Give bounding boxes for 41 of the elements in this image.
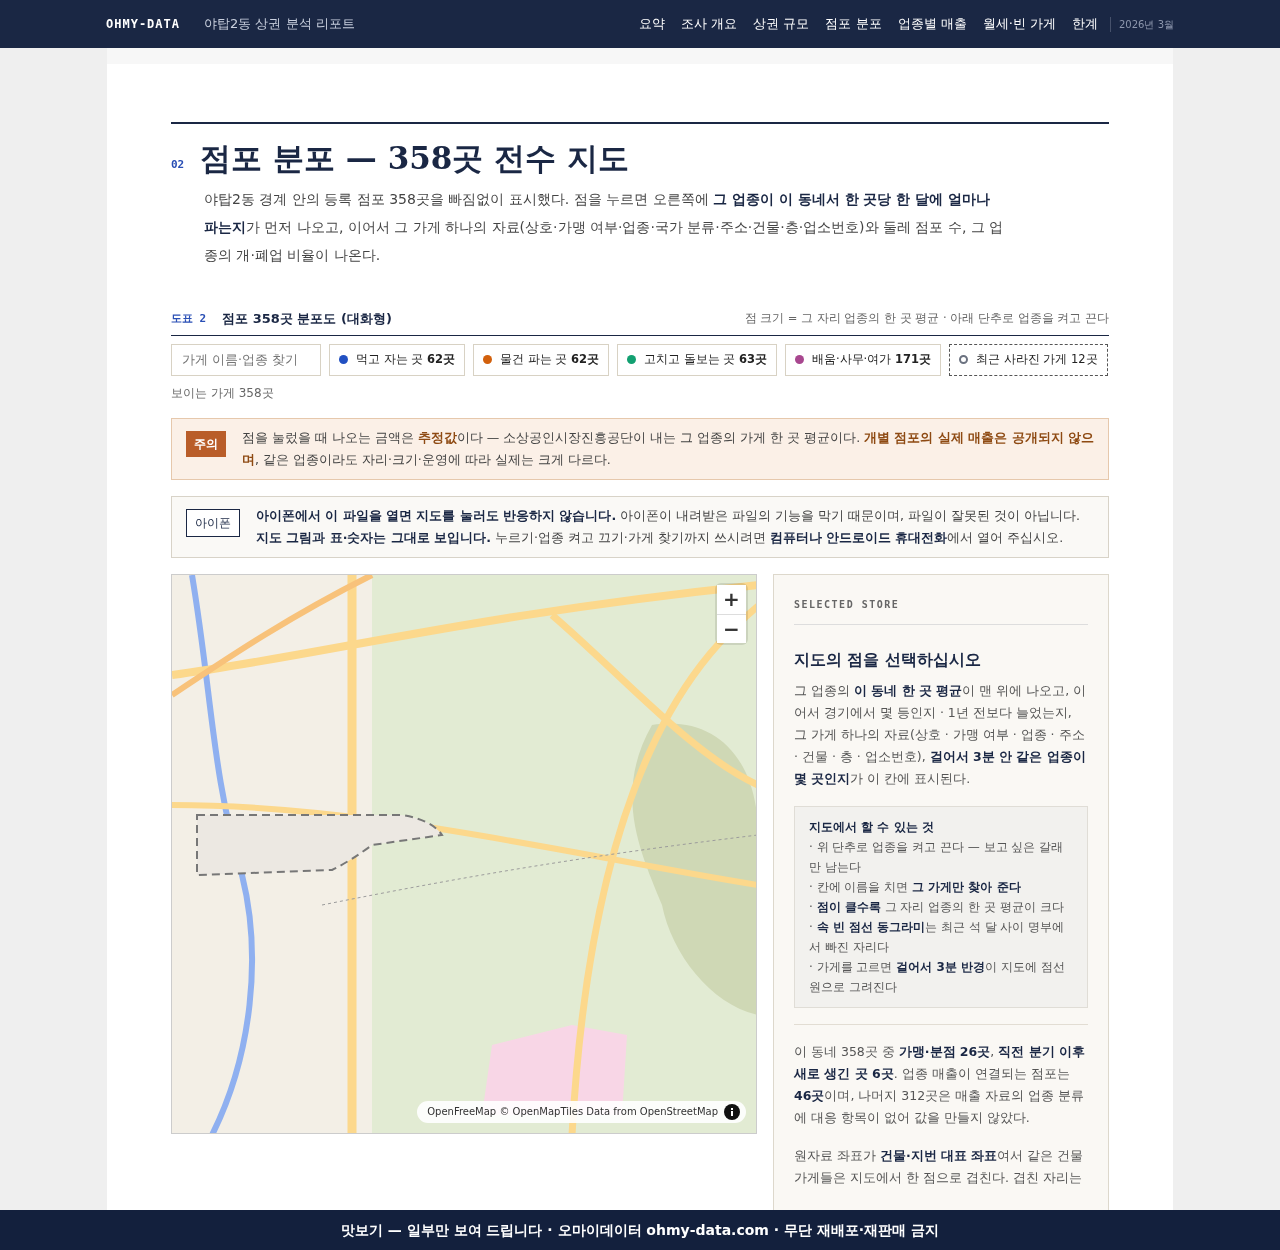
panel-eyebrow: SELECTED STORE [794,596,1088,625]
section-number: 02 [171,156,185,173]
notice-tag: 주의 [186,430,226,457]
filter-toggle[interactable]: 배움·사무·여가 171곳 [784,343,941,376]
help-item: · 위 단추로 업종을 켜고 끈다 — 보고 싶은 갈래만 남는다 [809,838,1065,876]
figure-label: 도표 2 [171,310,207,327]
filter-toggle[interactable]: 최근 사라진 가게 12곳 [948,343,1108,376]
help-item: · 점이 클수록 그 자리 업종의 한 곳 평균이 크다 [809,898,1065,916]
intro-paragraph: 야탑2동 경계 안의 등록 점포 358곳을 빠짐없이 표시했다. 점을 누르면 오른쪽에 그 업종이 이 동네서 한 곳당 한 달에 얼마나 파는지가 먼저 나오고, 이어서 그 가게 하나의 자료(상호·가맹 여부·업종·국가 분류·주소·건물·층·업소번호)와 둘레 점포 수, 그 업종의 개·폐업 비율이 나온다. [204,190,1004,266]
help-item: · 가게를 고르면 걸어서 3분 반경이 지도에 점선 원으로 그려진다 [809,958,1066,996]
info-icon[interactable] [724,1103,740,1120]
help-item: · 칸에 이름을 치면 그 가게만 찾아 준다 [809,878,1022,896]
help-item: · 속 빈 점선 동그라미는 최근 석 달 사이 명부에서 빠진 자리다 [809,918,1066,956]
filter-toggle[interactable]: 물건 파는 곳 62곳 [473,343,609,376]
preview-banner: 맛보기 — 일부만 보여 드립니다 · 오마이데이터 ohmy-data.com · 무단 재배포·재판매 금지 [0,1210,1280,1250]
section-title: 점포 분포 — 358곳 전수 지도 [200,140,629,178]
nav-link-item[interactable]: 월세·빈 가게 [978,14,1060,34]
brand-logo[interactable]: OHMY-DATA [106,15,181,33]
nav-link-item[interactable]: 한계 [1068,14,1102,34]
figure-title: 점포 358곳 분포도 (대화형) [222,310,392,329]
report-title: 야탑2동 상권 분석 리포트 [204,15,355,34]
panel-description: 그 업종의 이 동네 한 곳 평균이 맨 위에 나오고, 이어서 경기에서 몇 등인지 · 1년 전보다 늘었는지, 그 가게 하나의 자료(상호 · 가맹 여부 · 업종 · 주소 · 건물 · 층 · 업소번호), 걸어서 3분 안 같은 업종이 몇 곳인지가 이 칸에 표시된다. [794,681,1088,788]
notice-text: 아이폰에서 이 파일을 열면 지도를 눌러도 반응하지 않습니다. 아이폰이 내려받은 파일의 기능을 막기 때문이며, 파일이 잘못된 것이 아닙니다. 지도 그림과 표·숫자는 그대로 보입니다. 누르기·업종 켜고 끄기·가게 찾기까지 쓰시려면 컴퓨터나 안드로이드 휴대전화에서 열어 주십시오. [256,506,1081,547]
help-title: 지도에서 할 수 있는 것 [809,818,935,836]
nav-link-item[interactable]: 조사 개요 [677,14,742,34]
filter-toggle[interactable]: 먹고 자는 곳 62곳 [329,343,465,376]
nav-link-item[interactable]: 점포 분포 [821,14,886,34]
figure-note: 점 크기 = 그 자리 업종의 한 곳 평균 · 아래 단추로 업종을 켜고 끈다 [744,310,1109,328]
zoom-out-button[interactable]: − [717,613,746,643]
panel-paragraph: 원자료 좌표가 건물·지번 대표 좌표여서 같은 건물 가게들은 지도에서 한 점으로 겹친다. 겹친 자리는 [794,1146,1085,1187]
panel-paragraph: 이 동네 358곳 중 가맹·분점 26곳, 직전 분기 이후 새로 생긴 곳 6곳. 업종 매출이 연결되는 점포는 46곳이며, 나머지 312곳은 매출 자료의 업종 분류에 대응 항목이 없어 값을 만들지 않았다. [794,1042,1086,1127]
nav-link-item[interactable]: 상권 규모 [749,14,814,34]
notice-text: 점을 눌렀을 때 나오는 금액은 추정값이다 — 소상공인시장진흥공단이 내는 그 업종의 가게 한 곳 평균이다. 개별 점포의 실제 매출은 공개되지 않으며, 같은 업종이라도 자리·크기·운영에 따라 실제는 크게 다르다. [242,428,1094,469]
visible-count: 보이는 가게 358곳 [171,384,275,402]
nav-link-item[interactable]: 업종별 매출 [893,14,971,34]
notice-tag: 아이폰 [186,508,240,537]
report-date: 2026년 3월 [1110,16,1174,32]
search-field[interactable]: 가게 이름·업종 찾기 [171,343,321,376]
panel-title: 지도의 점을 선택하십시오 [794,649,982,671]
filter-toggle[interactable]: 고치고 돌보는 곳 63곳 [616,343,777,376]
nav-link-item[interactable]: 요약 [635,14,670,34]
